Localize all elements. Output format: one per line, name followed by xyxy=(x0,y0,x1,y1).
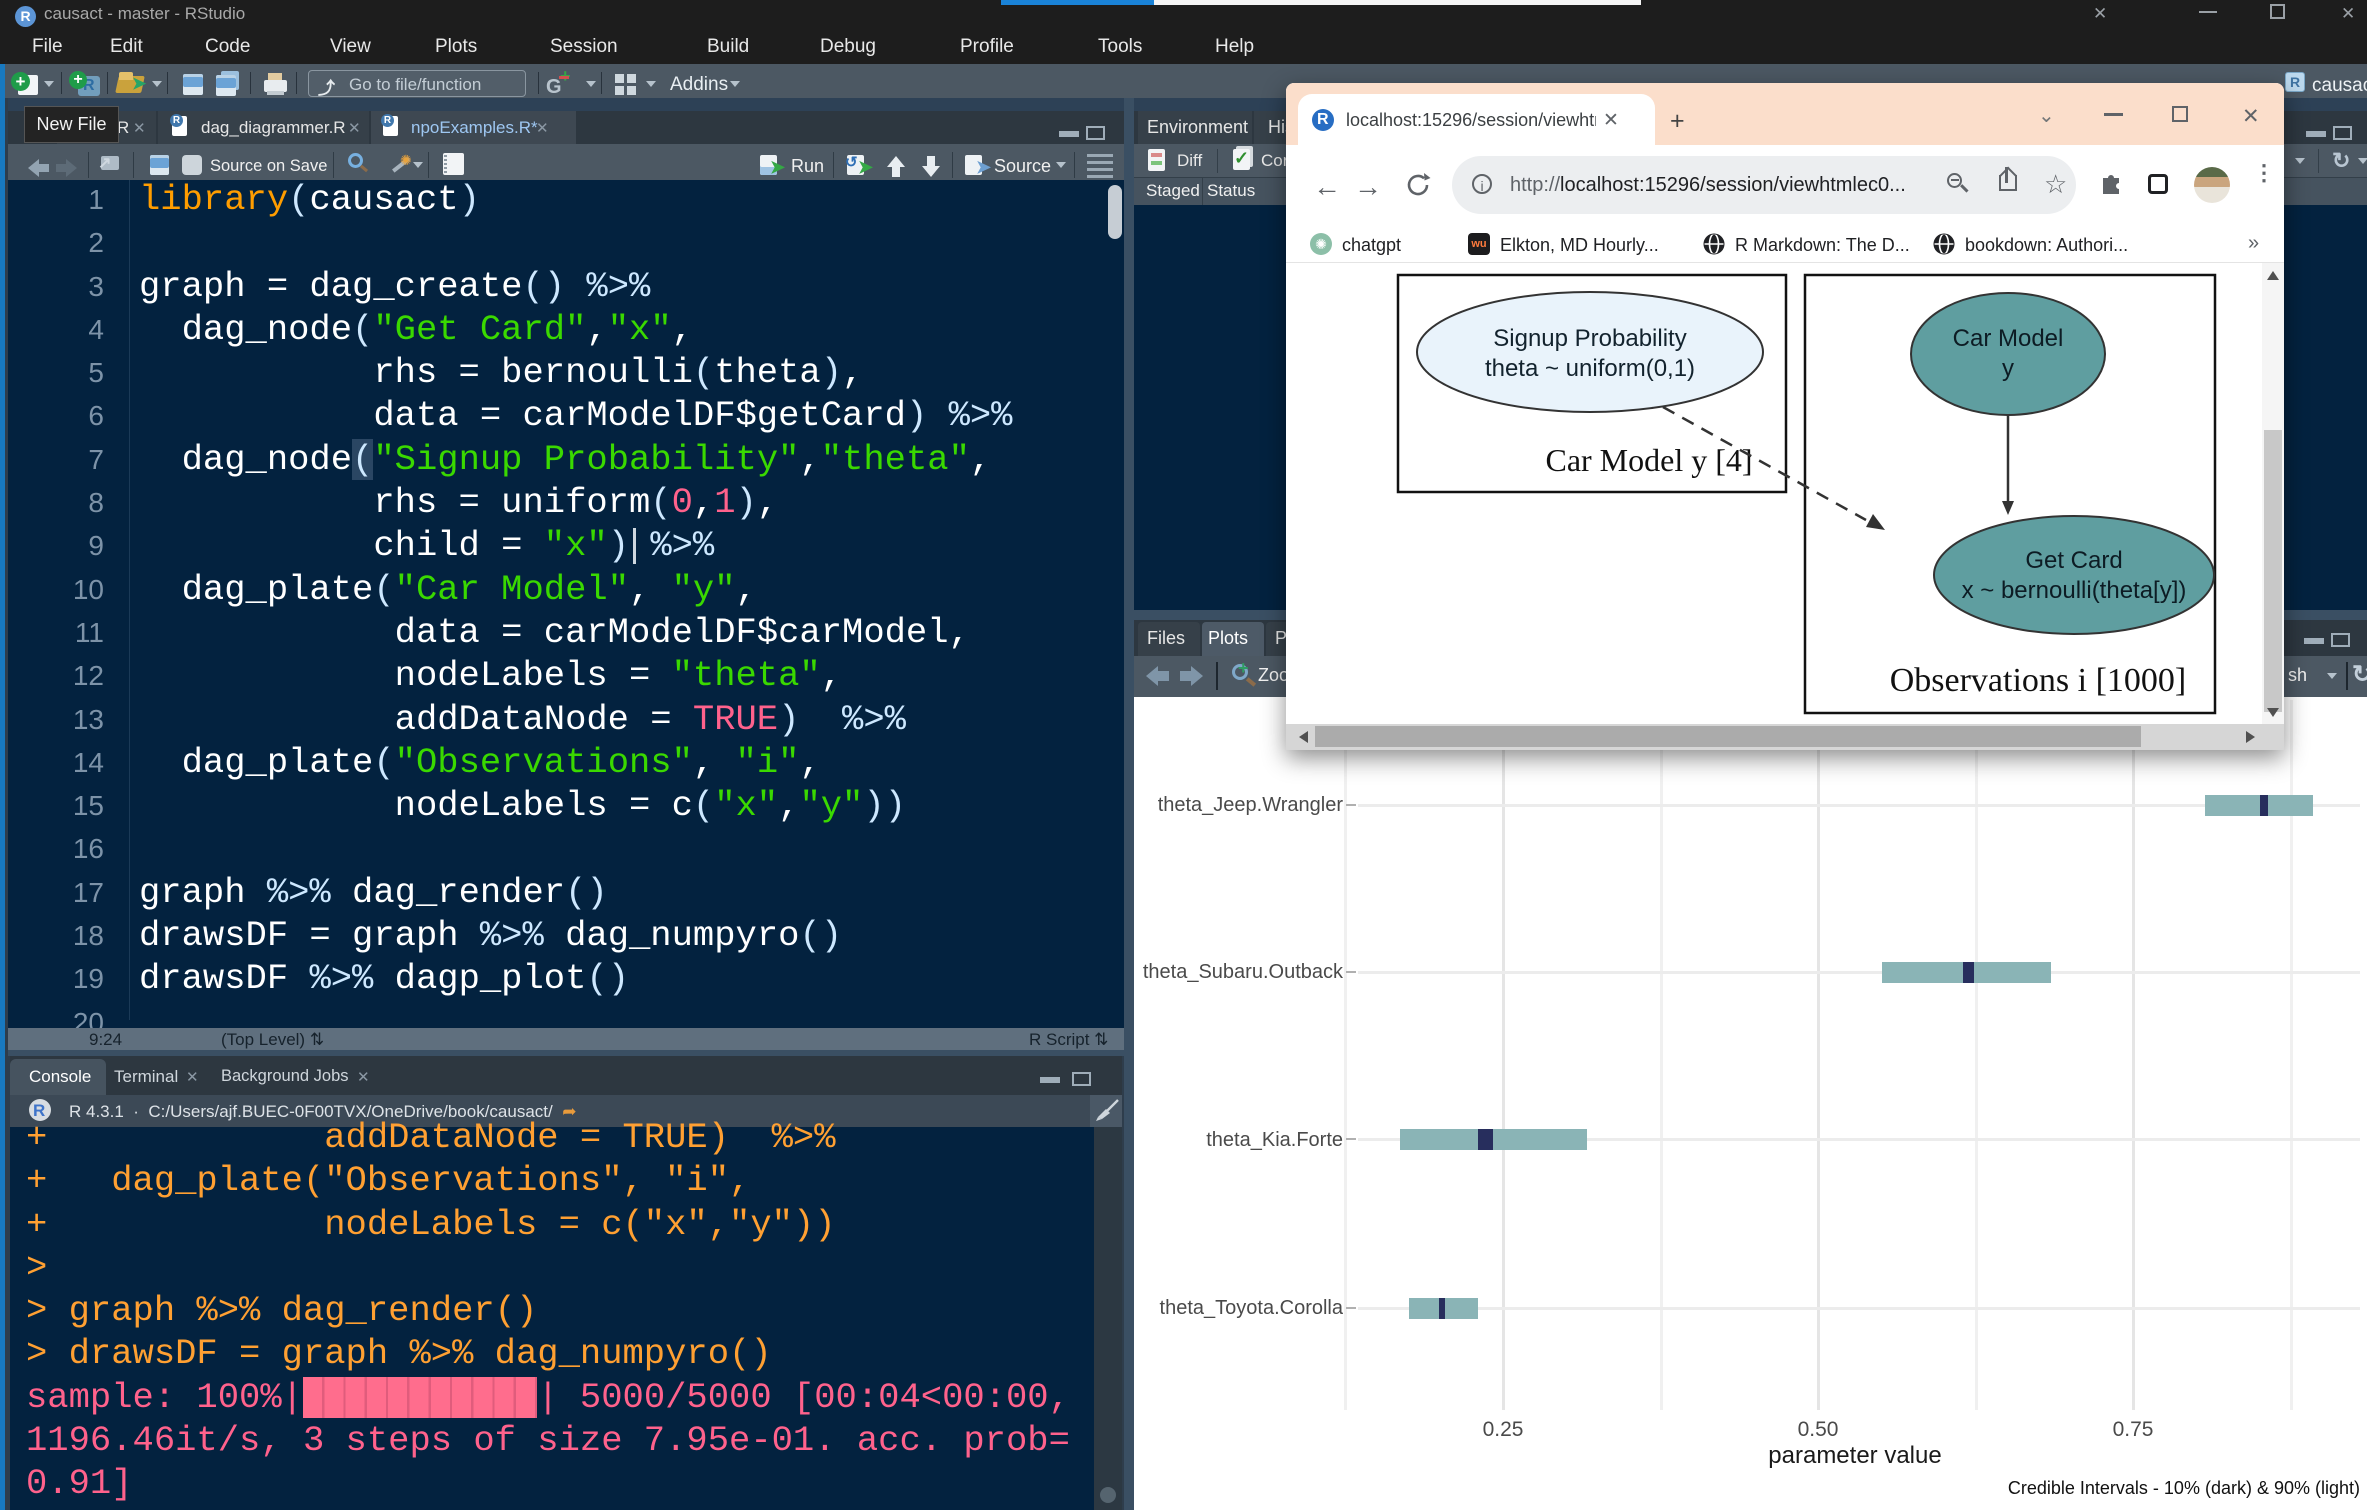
svg-text:y: y xyxy=(2002,355,2014,382)
svg-text:theta ~ uniform(0,1): theta ~ uniform(0,1) xyxy=(1485,355,1695,382)
svg-text:Get Card: Get Card xyxy=(2025,547,2122,574)
svg-text:Car Model: Car Model xyxy=(1953,325,2064,352)
svg-text:Signup Probability: Signup Probability xyxy=(1493,325,1686,352)
svg-text:Observations i [1000]: Observations i [1000] xyxy=(1890,662,2187,699)
svg-text:x ~ bernoulli(theta[y]): x ~ bernoulli(theta[y]) xyxy=(1962,577,2187,604)
svg-text:Car Model y [4]: Car Model y [4] xyxy=(1545,442,1752,478)
